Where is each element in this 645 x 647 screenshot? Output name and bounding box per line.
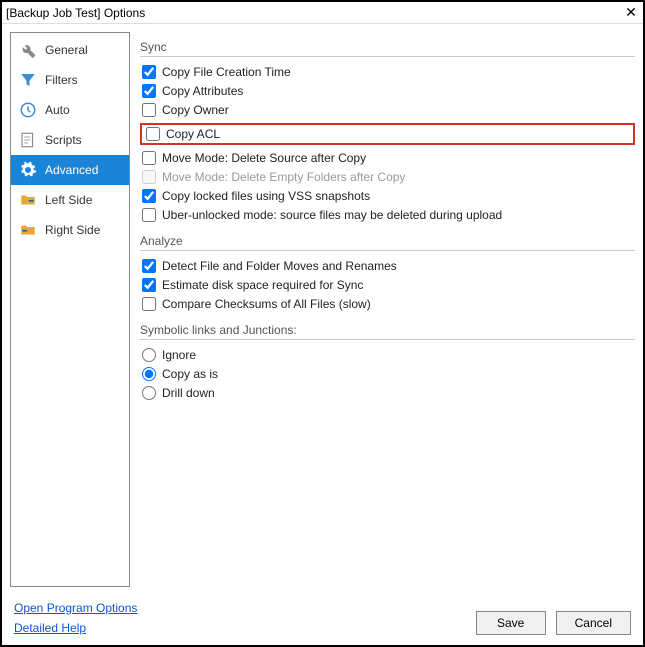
- checkbox-label: Move Mode: Delete Empty Folders after Co…: [162, 170, 405, 184]
- radio-input[interactable]: [142, 348, 156, 362]
- folder-arrow-left-icon: [19, 221, 37, 239]
- checkbox-label: Compare Checksums of All Files (slow): [162, 297, 371, 311]
- checkbox-label: Estimate disk space required for Sync: [162, 278, 363, 292]
- sidebar-item-left-side[interactable]: Left Side: [11, 185, 129, 215]
- uber-unlocked-checkbox[interactable]: Uber-unlocked mode: source files may be …: [140, 207, 635, 223]
- move-mode-checkbox[interactable]: Move Mode: Delete Source after Copy: [140, 150, 635, 166]
- checkbox-input[interactable]: [142, 189, 156, 203]
- radio-label: Ignore: [162, 348, 196, 362]
- open-program-options-link[interactable]: Open Program Options: [14, 601, 137, 615]
- symlinks-ignore-radio[interactable]: Ignore: [140, 347, 635, 363]
- checkbox-input[interactable]: [146, 127, 160, 141]
- checkbox-label: Copy Attributes: [162, 84, 243, 98]
- folder-arrow-right-icon: [19, 191, 37, 209]
- advanced-panel: Sync Copy File Creation Time Copy Attrib…: [140, 32, 635, 587]
- sidebar-item-label: General: [45, 43, 88, 57]
- checkbox-input[interactable]: [142, 103, 156, 117]
- sidebar-item-right-side[interactable]: Right Side: [11, 215, 129, 245]
- sidebar-item-label: Filters: [45, 73, 78, 87]
- wrench-icon: [19, 41, 37, 59]
- dialog-footer: Open Program Options Detailed Help Save …: [2, 595, 643, 645]
- copy-file-creation-time-checkbox[interactable]: Copy File Creation Time: [140, 64, 635, 80]
- copy-acl-highlight: Copy ACL: [140, 123, 635, 145]
- gear-icon: [19, 161, 37, 179]
- sidebar-item-auto[interactable]: Auto: [11, 95, 129, 125]
- copy-attributes-checkbox[interactable]: Copy Attributes: [140, 83, 635, 99]
- radio-input[interactable]: [142, 386, 156, 400]
- footer-links: Open Program Options Detailed Help: [14, 601, 137, 635]
- dialog-window: [Backup Job Test] Options ✕ General Filt…: [0, 0, 645, 647]
- checkbox-input[interactable]: [142, 84, 156, 98]
- move-mode-empty-checkbox: Move Mode: Delete Empty Folders after Co…: [140, 169, 635, 185]
- radio-label: Drill down: [162, 386, 215, 400]
- vss-checkbox[interactable]: Copy locked files using VSS snapshots: [140, 188, 635, 204]
- symlinks-drill-radio[interactable]: Drill down: [140, 385, 635, 401]
- radio-input[interactable]: [142, 367, 156, 381]
- compare-checksums-checkbox[interactable]: Compare Checksums of All Files (slow): [140, 296, 635, 312]
- sidebar: General Filters Auto Scripts Advanced Le…: [10, 32, 130, 587]
- sync-header: Sync: [140, 38, 635, 57]
- dialog-body: General Filters Auto Scripts Advanced Le…: [2, 24, 643, 595]
- funnel-icon: [19, 71, 37, 89]
- titlebar: [Backup Job Test] Options ✕: [2, 2, 643, 24]
- symlinks-copy-radio[interactable]: Copy as is: [140, 366, 635, 382]
- sidebar-item-scripts[interactable]: Scripts: [11, 125, 129, 155]
- checkbox-label: Copy locked files using VSS snapshots: [162, 189, 370, 203]
- window-title: [Backup Job Test] Options: [6, 6, 145, 20]
- analyze-header: Analyze: [140, 232, 635, 251]
- checkbox-input[interactable]: [142, 65, 156, 79]
- script-icon: [19, 131, 37, 149]
- checkbox-input[interactable]: [142, 151, 156, 165]
- checkbox-label: Detect File and Folder Moves and Renames: [162, 259, 397, 273]
- radio-label: Copy as is: [162, 367, 218, 381]
- cancel-button[interactable]: Cancel: [556, 611, 631, 635]
- sidebar-item-label: Auto: [45, 103, 70, 117]
- sidebar-item-label: Scripts: [45, 133, 82, 147]
- checkbox-input[interactable]: [142, 208, 156, 222]
- symlinks-header: Symbolic links and Junctions:: [140, 321, 635, 340]
- sidebar-item-filters[interactable]: Filters: [11, 65, 129, 95]
- sidebar-item-advanced[interactable]: Advanced: [11, 155, 129, 185]
- copy-owner-checkbox[interactable]: Copy Owner: [140, 102, 635, 118]
- checkbox-label: Copy ACL: [166, 127, 220, 141]
- estimate-space-checkbox[interactable]: Estimate disk space required for Sync: [140, 277, 635, 293]
- copy-acl-checkbox[interactable]: Copy ACL: [146, 127, 220, 141]
- checkbox-input[interactable]: [142, 278, 156, 292]
- checkbox-input[interactable]: [142, 297, 156, 311]
- close-icon[interactable]: ✕: [623, 5, 639, 21]
- checkbox-label: Copy Owner: [162, 103, 229, 117]
- sidebar-item-label: Left Side: [45, 193, 92, 207]
- checkbox-label: Move Mode: Delete Source after Copy: [162, 151, 366, 165]
- footer-buttons: Save Cancel: [476, 611, 631, 635]
- checkbox-label: Copy File Creation Time: [162, 65, 291, 79]
- sidebar-item-general[interactable]: General: [11, 35, 129, 65]
- sidebar-item-label: Advanced: [45, 163, 98, 177]
- save-button[interactable]: Save: [476, 611, 546, 635]
- detailed-help-link[interactable]: Detailed Help: [14, 621, 137, 635]
- checkbox-input[interactable]: [142, 259, 156, 273]
- clock-icon: [19, 101, 37, 119]
- detect-moves-checkbox[interactable]: Detect File and Folder Moves and Renames: [140, 258, 635, 274]
- checkbox-input: [142, 170, 156, 184]
- checkbox-label: Uber-unlocked mode: source files may be …: [162, 208, 502, 222]
- sidebar-item-label: Right Side: [45, 223, 100, 237]
